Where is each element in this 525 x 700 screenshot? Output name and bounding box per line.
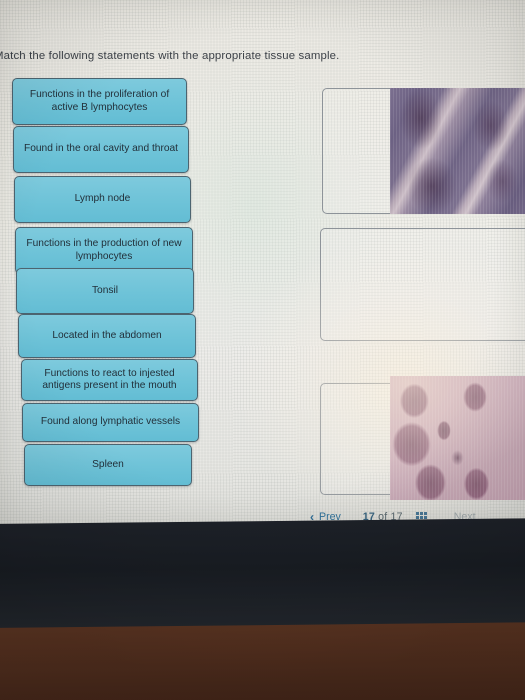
grid-cell	[419, 511, 423, 515]
statement-tile-7[interactable]: Functions to react to injested antigens …	[21, 359, 198, 401]
grid-cell	[419, 515, 423, 519]
statement-tile-9[interactable]: Spleen	[24, 444, 192, 486]
statement-tile-label: Tonsil	[91, 284, 119, 296]
tissue-sample-box-2[interactable]	[320, 228, 525, 341]
photograph-of-monitor: Match the following statements with the …	[0, 0, 525, 700]
grid-cell	[423, 515, 427, 519]
statement-tile-3[interactable]: Lymph node	[14, 176, 191, 223]
statement-tile-label: Found along lymphatic vessels	[40, 416, 181, 428]
statement-tile-8[interactable]: Found along lymphatic vessels	[22, 403, 199, 442]
tissue-sample-image-3	[390, 376, 525, 500]
statement-tile-6[interactable]: Located in the abdomen	[18, 314, 196, 358]
statement-tile-label: Lymph node	[74, 193, 131, 205]
statement-tile-label: Found in the oral cavity and throat	[23, 143, 179, 155]
statement-tile-label: Functions in the production of new lymph…	[26, 238, 182, 262]
grid-cell	[415, 511, 419, 515]
grid-cell	[423, 511, 427, 515]
statement-tile-label: Located in the abdomen	[52, 329, 162, 341]
page-title: Match the following statements with the …	[0, 50, 340, 62]
statement-tile-label: Spleen	[92, 458, 124, 470]
statement-tile-1[interactable]: Functions in the proliferation of active…	[12, 78, 187, 125]
tissue-sample-image-1	[390, 88, 525, 214]
grid-cell	[415, 515, 419, 519]
statement-tile-5[interactable]: Tonsil	[16, 268, 194, 314]
statement-tile-label: Functions in the proliferation of active…	[29, 89, 170, 113]
statement-tile-label: Functions to react to injested antigens …	[42, 367, 177, 391]
statement-tile-4[interactable]: Functions in the production of new lymph…	[15, 227, 193, 274]
monitor-bezel	[0, 518, 525, 628]
statement-tile-2[interactable]: Found in the oral cavity and throat	[13, 126, 189, 173]
